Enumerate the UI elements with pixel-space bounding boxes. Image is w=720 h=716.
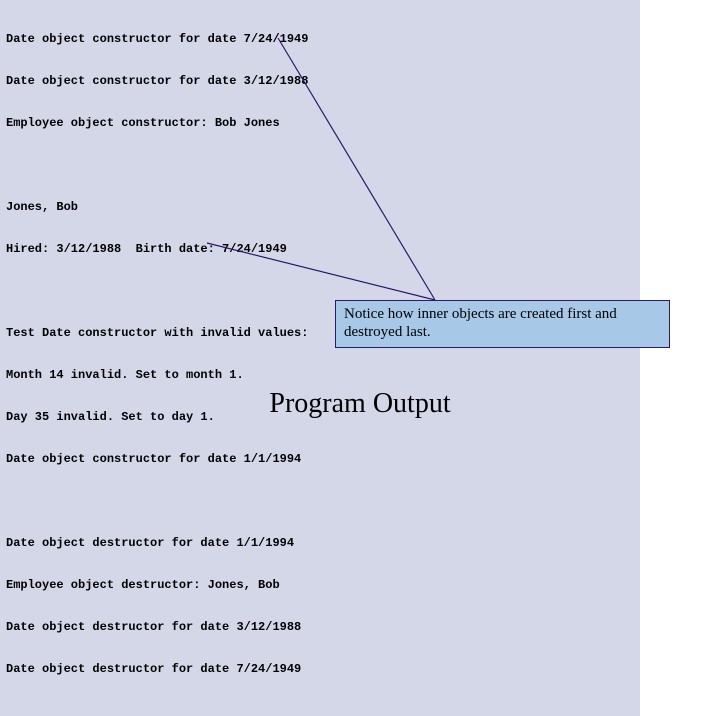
output-line: Employee object constructor: Bob Jones xyxy=(6,116,634,130)
destructor-block: Date object destructor for date 1/1/1994… xyxy=(6,508,634,704)
output-line: Date object destructor for date 1/1/1994 xyxy=(6,536,634,550)
note-line: destroyed last. xyxy=(344,323,661,341)
page-title: Program Output xyxy=(0,388,720,420)
output-line: Date object constructor for date 3/12/19… xyxy=(6,74,634,88)
output-line: Date object destructor for date 7/24/194… xyxy=(6,662,634,676)
employee-info-block: Jones, Bob Hired: 3/12/1988 Birth date: … xyxy=(6,172,634,284)
output-line: Employee object destructor: Jones, Bob xyxy=(6,578,634,592)
annotation-note: Notice how inner objects are created fir… xyxy=(335,300,670,348)
output-panel: Date object constructor for date 7/24/19… xyxy=(0,0,640,716)
output-line: Date object constructor for date 1/1/199… xyxy=(6,452,634,466)
output-line: Month 14 invalid. Set to month 1. xyxy=(6,368,634,382)
note-line: Notice how inner objects are created fir… xyxy=(344,305,661,323)
output-line: Jones, Bob xyxy=(6,200,634,214)
constructor-block: Date object constructor for date 7/24/19… xyxy=(6,4,634,158)
output-line: Hired: 3/12/1988 Birth date: 7/24/1949 xyxy=(6,242,634,256)
output-line: Date object destructor for date 3/12/198… xyxy=(6,620,634,634)
output-line: Date object constructor for date 7/24/19… xyxy=(6,32,634,46)
